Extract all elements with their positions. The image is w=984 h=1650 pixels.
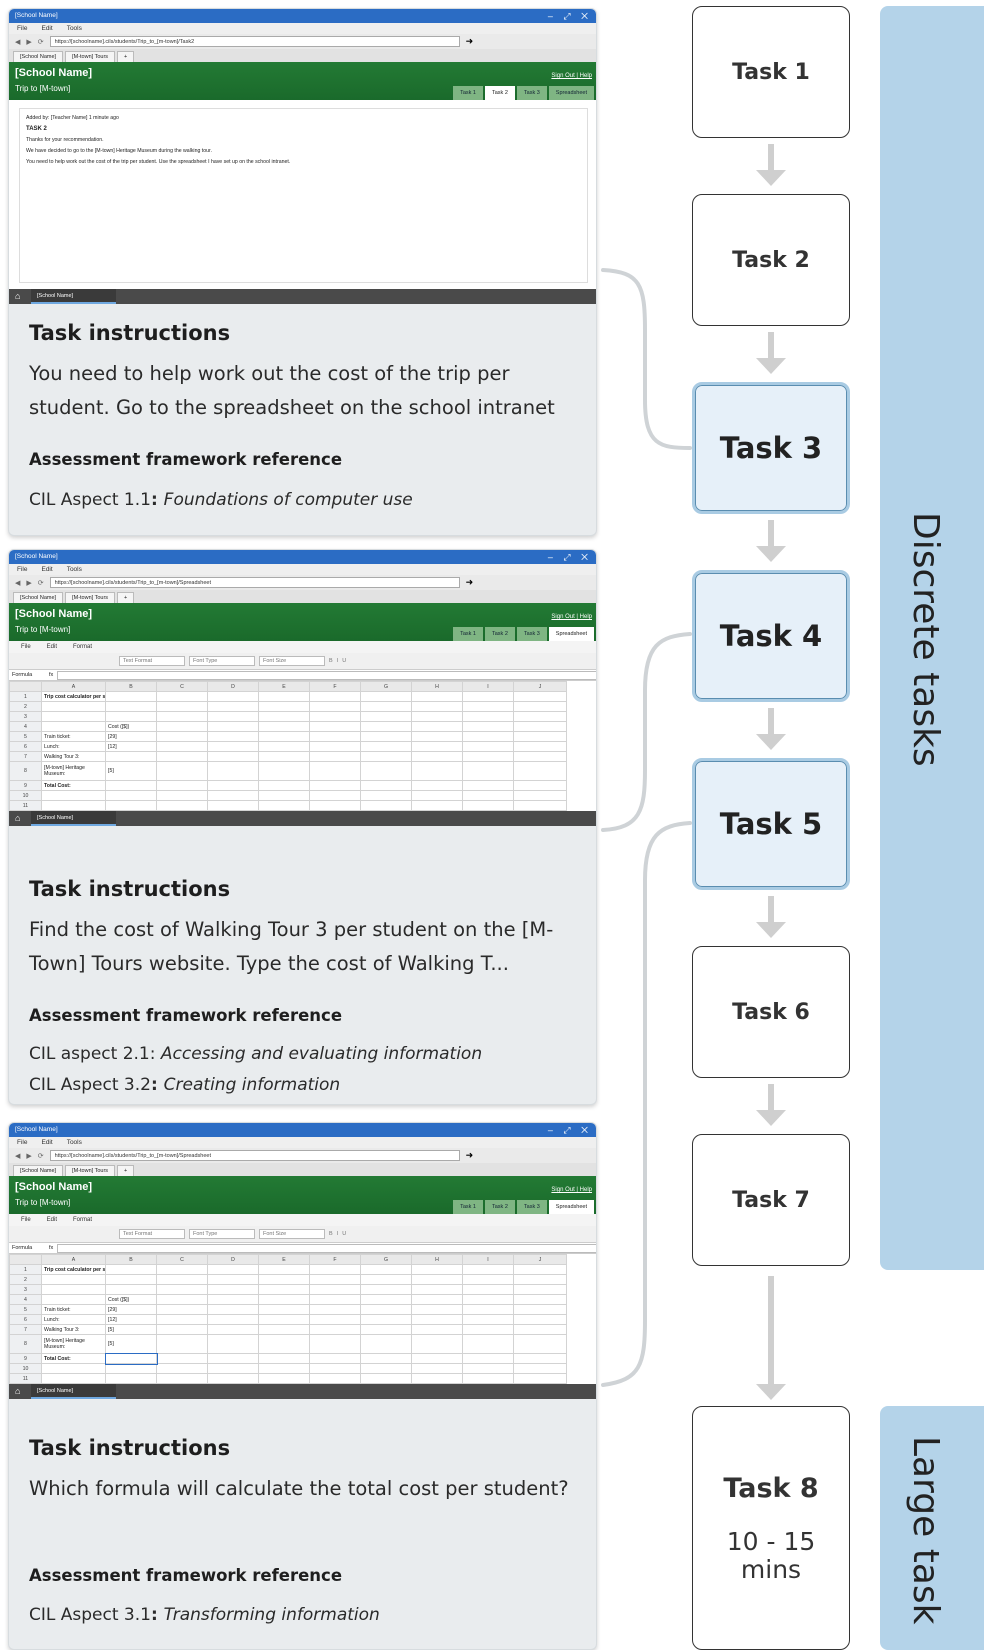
flow-arrow-head	[756, 922, 786, 938]
flow-arrow-shaft	[768, 520, 774, 550]
flow-arrow-shaft	[768, 332, 774, 362]
flow-arrow-head	[756, 1384, 786, 1400]
flow-arrow-head	[756, 734, 786, 750]
connector-card3-task5	[601, 821, 692, 1387]
flow-arrow-head	[756, 358, 786, 374]
task-8-box: Task 8 10 - 15 mins	[692, 1406, 850, 1650]
flow-arrow-head	[756, 546, 786, 562]
flow-arrow-head	[756, 1110, 786, 1126]
flow-arrow-shaft	[768, 1084, 774, 1114]
task-6-box: Task 6	[692, 946, 850, 1078]
task-2-box: Task 2	[692, 194, 850, 326]
flow-arrow-shaft	[768, 708, 774, 738]
task-8-label: Task 8	[723, 1472, 819, 1504]
connector-card1-task3	[601, 268, 692, 450]
task-7-box: Task 7	[692, 1134, 850, 1266]
task-1-box: Task 1	[692, 6, 850, 138]
connector-card2-task4	[601, 632, 692, 832]
flow-arrow-head	[756, 170, 786, 186]
flow-arrow-shaft	[768, 896, 774, 926]
task-8-duration: 10 - 15 mins	[726, 1526, 816, 1584]
flow-arrow-shaft	[768, 1276, 774, 1388]
task-4-box: Task 4	[692, 570, 850, 702]
flow-arrow-shaft	[768, 144, 774, 174]
task-5-box: Task 5	[692, 758, 850, 890]
task-3-box: Task 3	[692, 382, 850, 514]
